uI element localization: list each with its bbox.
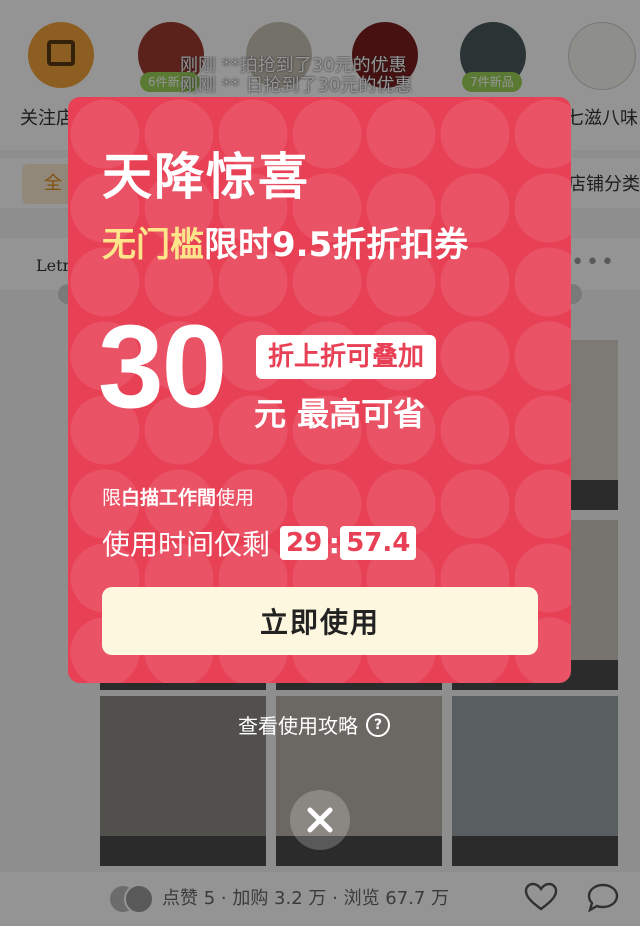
countdown-separator: :	[328, 526, 340, 560]
use-now-button[interactable]: 立即使用	[102, 587, 538, 655]
question-icon: ?	[366, 712, 390, 737]
coupon-amount: 30	[98, 301, 227, 433]
countdown-seconds: 57.4	[340, 526, 417, 560]
close-button[interactable]	[290, 790, 350, 850]
countdown: 使用时间仅剩 29 : 57.4	[102, 523, 417, 563]
coupon-subtitle: 无门槛限时9.5折折扣券	[102, 217, 468, 266]
coupon-popup: 天降惊喜 无门槛限时9.5折折扣券 30 折上折可叠加 元 最高可省 限白描工作…	[68, 97, 571, 683]
restriction-suffix: 使用	[216, 487, 255, 509]
shop-restriction: 限白描工作間使用	[102, 483, 254, 510]
countdown-label: 使用时间仅剩	[102, 528, 271, 561]
countdown-minutes: 29	[280, 526, 329, 560]
close-icon	[307, 807, 333, 833]
no-threshold-highlight: 无门槛	[102, 225, 204, 265]
restriction-prefix: 限	[102, 487, 122, 509]
discount-description: 限时9.5折折扣券	[204, 225, 469, 265]
max-save-text: 元 最高可省	[254, 395, 426, 433]
stackable-tag: 折上折可叠加	[256, 335, 437, 379]
coupon-title: 天降惊喜	[102, 148, 310, 206]
restriction-shop: 白描工作間	[121, 487, 217, 509]
usage-guide-link[interactable]: 查看使用攻略 ?	[238, 710, 390, 739]
usage-guide-label: 查看使用攻略	[238, 714, 358, 738]
